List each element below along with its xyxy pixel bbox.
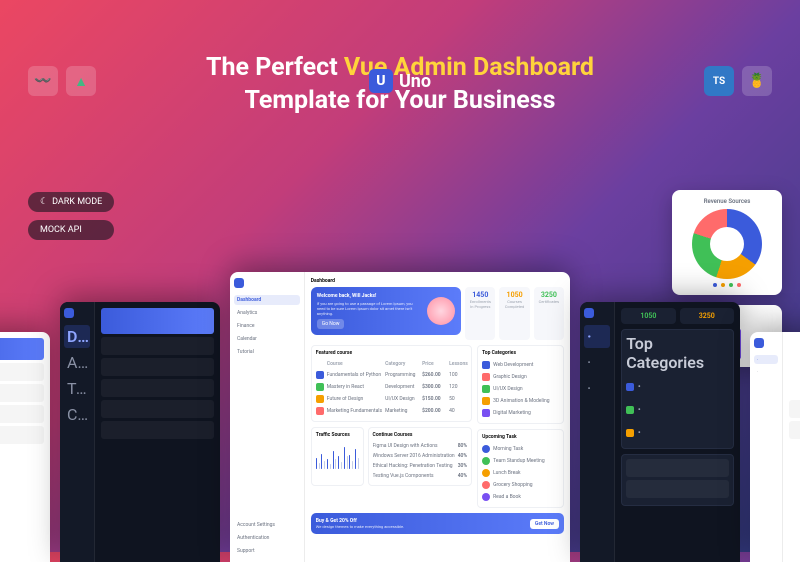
top-badge-bar: 〰️ ▲ U Uno TS 🍍 (0, 66, 800, 96)
nav-support[interactable]: Support (234, 546, 300, 556)
nav-dashboard[interactable]: Dashboard (234, 295, 300, 305)
typescript-icon: TS (704, 66, 734, 96)
donut-chart (692, 209, 762, 279)
course-row[interactable]: Fundamentals of PythonProgramming$260.00… (316, 369, 467, 381)
nav-account-settings[interactable]: Account Settings (234, 520, 300, 530)
sidebar-logo-icon (234, 278, 244, 288)
screen-dark-right: ··· 1050 3250 Top Categories · · · (580, 302, 740, 562)
feature-pills: ☾DARK MODE MOCK API (28, 192, 114, 240)
screen-main: Dashboard Analytics Finance Calendar Tut… (230, 272, 570, 562)
category-row[interactable]: UI/UX Design (482, 383, 559, 395)
main-content: Dashboard Welcome back, Will Jacks! If y… (305, 272, 570, 562)
vue-icon: ▲ (66, 66, 96, 96)
page-title: Dashboard (311, 278, 564, 284)
nav-calendar[interactable]: Calendar (234, 334, 300, 344)
category-row[interactable]: 3D Animation & Modeling (482, 395, 559, 407)
screen-light-left: ··· (0, 332, 50, 562)
task-row[interactable]: Read a Book (482, 491, 559, 503)
mock-api-pill: MOCK API (28, 220, 114, 240)
pinia-icon: 🍍 (742, 66, 772, 96)
promo-cta-button[interactable]: Get Now (530, 519, 559, 529)
brand-name: Uno (399, 71, 431, 92)
dark-mode-pill: ☾DARK MODE (28, 192, 114, 212)
top-categories-card: Top Categories Web Development Graphic D… (477, 345, 564, 424)
nav-authentication[interactable]: Authentication (234, 533, 300, 543)
continue-courses-card: Continue Courses Figma UI Design with Ac… (368, 427, 473, 486)
continue-row[interactable]: Testing Vue.js Components40% (373, 471, 468, 481)
category-row[interactable]: Web Development (482, 359, 559, 371)
continue-row[interactable]: Ethical Hacking: Penetration Testing30% (373, 461, 468, 471)
stat-certificates: 3250Certificates (534, 287, 564, 340)
category-row[interactable]: Digital Marketing (482, 407, 559, 419)
upcoming-task-card: Upcoming Task Morning Task Team Standup … (477, 429, 564, 508)
task-row[interactable]: Grocery Shopping (482, 479, 559, 491)
nav-analytics[interactable]: Analytics (234, 308, 300, 318)
screen-dark-left: Dashboard Analytics Tutorial Calendar (60, 302, 220, 562)
course-row[interactable]: Mastery in ReactDevelopment$300.00120 (316, 381, 467, 393)
traffic-sources-card: Traffic Sources (311, 427, 364, 486)
nav-tutorial[interactable]: Tutorial (234, 347, 300, 357)
stat-enrollments: 1450Enrollments In Progress (465, 287, 495, 340)
moon-icon: ☾ (40, 197, 48, 207)
brand-logo-icon: U (369, 69, 393, 93)
task-row[interactable]: Lunch Break (482, 467, 559, 479)
main-sidebar: Dashboard Analytics Finance Calendar Tut… (230, 272, 305, 562)
continue-row[interactable]: Figma UI Design with Actions80% (373, 441, 468, 451)
traffic-bar-chart (316, 441, 359, 469)
tailwind-icon: 〰️ (28, 66, 58, 96)
welcome-illustration (427, 297, 455, 325)
stat-completed: 1050Courses Completed (499, 287, 529, 340)
course-row[interactable]: Future of DesignUI/UX Design$150.0050 (316, 393, 467, 405)
nav-finance[interactable]: Finance (234, 321, 300, 331)
promo-banner: Buy & Get 20% Off We design themes to ma… (311, 513, 564, 534)
screens-row: ··· Dashboard Analytics Tutorial Calenda… (0, 272, 800, 562)
featured-courses-card: Featured course Course Category Price Le… (311, 345, 472, 422)
continue-row[interactable]: Windows Server 2016 Administration40% (373, 451, 468, 461)
brand: U Uno (369, 66, 431, 96)
category-row[interactable]: Graphic Design (482, 371, 559, 383)
screen-light-right: ·· (750, 332, 800, 562)
course-row[interactable]: Marketing FundamentalsMarketing$200.0040 (316, 405, 467, 417)
task-row[interactable]: Team Standup Meeting (482, 455, 559, 467)
welcome-cta-button[interactable]: Go Now (317, 319, 345, 329)
task-row[interactable]: Morning Task (482, 443, 559, 455)
welcome-banner: Welcome back, Will Jacks! If you are goi… (311, 287, 461, 335)
